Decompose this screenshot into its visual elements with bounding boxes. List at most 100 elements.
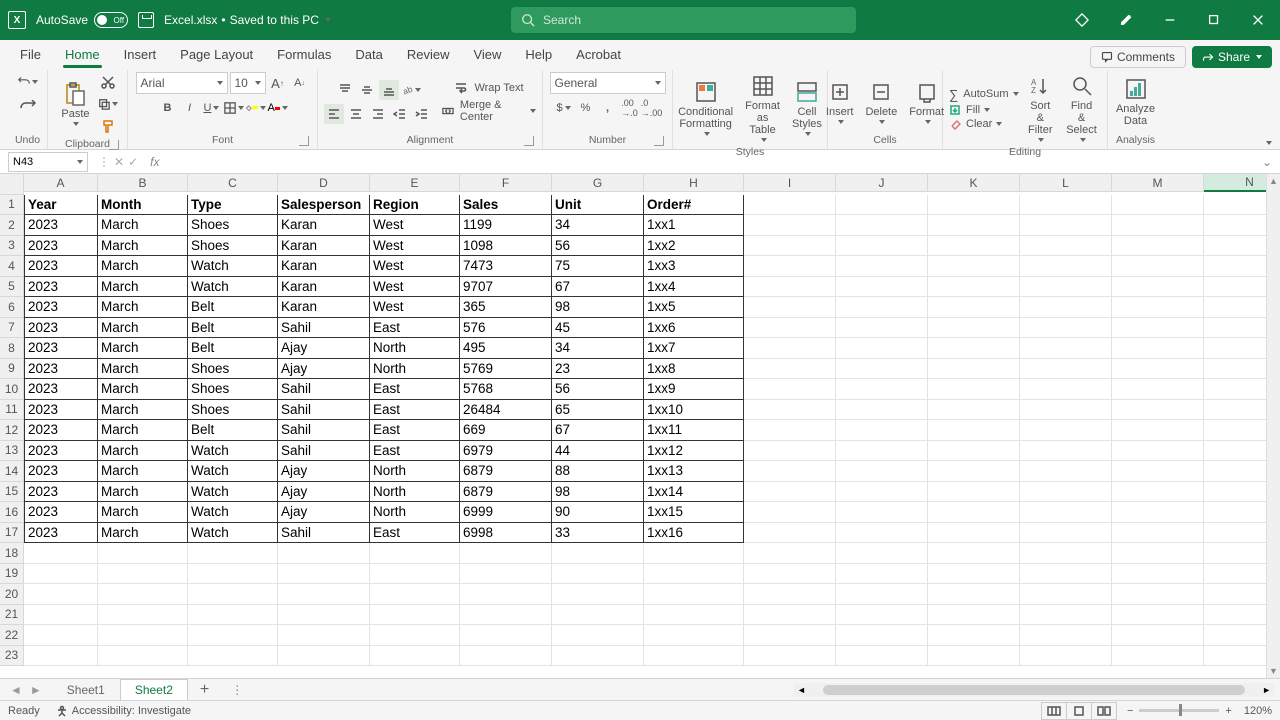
- cell[interactable]: [744, 195, 836, 216]
- cell[interactable]: March: [98, 338, 188, 359]
- cell[interactable]: Karan: [278, 277, 370, 298]
- cell[interactable]: Sahil: [278, 420, 370, 441]
- cell[interactable]: 34: [552, 215, 644, 236]
- cell[interactable]: [1020, 564, 1112, 585]
- dialog-launcher-icon[interactable]: [524, 136, 534, 146]
- undo-button[interactable]: [18, 72, 38, 92]
- cell[interactable]: [644, 584, 744, 605]
- cell[interactable]: March: [98, 441, 188, 462]
- cell[interactable]: Ajay: [278, 338, 370, 359]
- cell[interactable]: Belt: [188, 297, 278, 318]
- row-header[interactable]: 19: [0, 564, 24, 585]
- accessibility-status[interactable]: Accessibility: Investigate: [56, 705, 191, 717]
- cell[interactable]: [370, 564, 460, 585]
- find-select-button[interactable]: Find & Select: [1062, 72, 1101, 144]
- cell[interactable]: March: [98, 236, 188, 257]
- cell[interactable]: [744, 605, 836, 626]
- cell[interactable]: [836, 564, 928, 585]
- cell[interactable]: [928, 359, 1020, 380]
- cell[interactable]: [1020, 236, 1112, 257]
- cell[interactable]: 1xx12: [644, 441, 744, 462]
- number-format-select[interactable]: General: [550, 72, 666, 94]
- cell[interactable]: 6979: [460, 441, 552, 462]
- column-header[interactable]: D: [278, 174, 370, 192]
- cell[interactable]: 56: [552, 379, 644, 400]
- cell[interactable]: 67: [552, 420, 644, 441]
- cell[interactable]: March: [98, 400, 188, 421]
- cell[interactable]: Belt: [188, 338, 278, 359]
- cell[interactable]: [744, 338, 836, 359]
- cell[interactable]: East: [370, 379, 460, 400]
- cell[interactable]: [1112, 215, 1204, 236]
- dialog-launcher-icon[interactable]: [654, 136, 664, 146]
- cell[interactable]: [744, 482, 836, 503]
- cell[interactable]: [836, 502, 928, 523]
- cell[interactable]: [1112, 318, 1204, 339]
- cell[interactable]: 1xx6: [644, 318, 744, 339]
- cell[interactable]: 2023: [24, 482, 98, 503]
- cell[interactable]: [24, 646, 98, 667]
- cell[interactable]: [1020, 605, 1112, 626]
- cell[interactable]: Watch: [188, 482, 278, 503]
- cell[interactable]: [552, 564, 644, 585]
- row-header[interactable]: 4: [0, 256, 24, 277]
- cell[interactable]: 2023: [24, 359, 98, 380]
- increase-indent-button[interactable]: [412, 104, 432, 124]
- cell[interactable]: Watch: [188, 277, 278, 298]
- copy-button[interactable]: [98, 94, 118, 114]
- tab-insert[interactable]: Insert: [112, 42, 169, 68]
- cell[interactable]: [1112, 482, 1204, 503]
- row-header[interactable]: 23: [0, 646, 24, 667]
- row-header[interactable]: 6: [0, 297, 24, 318]
- cell[interactable]: [552, 605, 644, 626]
- sort-filter-button[interactable]: AZSort & Filter: [1023, 72, 1059, 144]
- cell[interactable]: [836, 420, 928, 441]
- cell[interactable]: [744, 564, 836, 585]
- column-header[interactable]: M: [1112, 174, 1204, 192]
- cell[interactable]: East: [370, 523, 460, 544]
- cell[interactable]: [836, 277, 928, 298]
- cell[interactable]: [188, 625, 278, 646]
- cell[interactable]: Karan: [278, 297, 370, 318]
- cell[interactable]: [98, 605, 188, 626]
- cell[interactable]: [1112, 379, 1204, 400]
- cell[interactable]: Karan: [278, 215, 370, 236]
- cell[interactable]: North: [370, 338, 460, 359]
- cell[interactable]: [1020, 359, 1112, 380]
- enter-formula-icon[interactable]: ✓: [128, 155, 138, 169]
- cell[interactable]: 9707: [460, 277, 552, 298]
- cell[interactable]: [24, 625, 98, 646]
- cell[interactable]: [928, 215, 1020, 236]
- cell[interactable]: [278, 605, 370, 626]
- align-top-button[interactable]: [335, 80, 355, 100]
- cell[interactable]: [744, 236, 836, 257]
- sheet-tab-sheet1[interactable]: Sheet1: [52, 679, 120, 701]
- cell[interactable]: [1020, 625, 1112, 646]
- cell[interactable]: [1020, 420, 1112, 441]
- cell[interactable]: Sahil: [278, 400, 370, 421]
- cell[interactable]: [644, 543, 744, 564]
- cell[interactable]: [1112, 297, 1204, 318]
- cell[interactable]: Type: [188, 195, 278, 216]
- minimize-button[interactable]: [1148, 0, 1192, 40]
- vertical-scrollbar[interactable]: ▲ ▼: [1266, 174, 1280, 678]
- column-header[interactable]: B: [98, 174, 188, 192]
- cell[interactable]: [1020, 256, 1112, 277]
- cell[interactable]: Watch: [188, 441, 278, 462]
- underline-button[interactable]: U: [202, 98, 222, 118]
- cell[interactable]: North: [370, 502, 460, 523]
- row-header[interactable]: 21: [0, 605, 24, 626]
- toggle-off-icon[interactable]: Off: [94, 12, 128, 28]
- scroll-up-icon[interactable]: ▲: [1267, 174, 1280, 188]
- cell[interactable]: [278, 584, 370, 605]
- cell[interactable]: [460, 646, 552, 667]
- cell[interactable]: [1112, 338, 1204, 359]
- cell[interactable]: 33: [552, 523, 644, 544]
- zoom-level[interactable]: 120%: [1244, 705, 1272, 717]
- cell[interactable]: [370, 605, 460, 626]
- cell[interactable]: 2023: [24, 215, 98, 236]
- cell[interactable]: March: [98, 502, 188, 523]
- cell[interactable]: 26484: [460, 400, 552, 421]
- view-page-break-button[interactable]: [1091, 702, 1117, 720]
- align-center-button[interactable]: [346, 104, 366, 124]
